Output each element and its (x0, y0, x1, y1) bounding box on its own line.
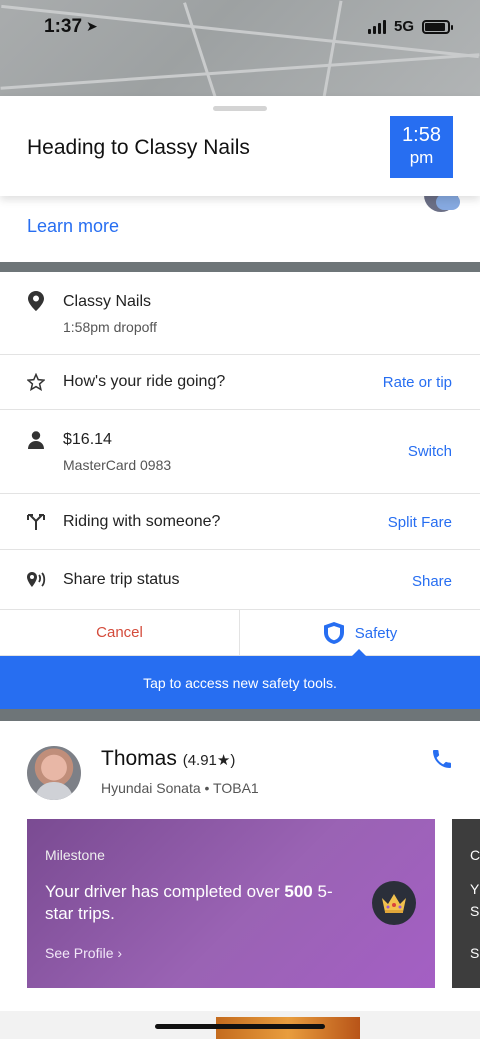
signal-icon (367, 19, 386, 34)
map-divider (0, 262, 480, 272)
phone-icon[interactable] (430, 747, 454, 771)
list-item-rate[interactable]: How's your ride going? Rate or tip (0, 355, 480, 410)
star-icon (26, 372, 46, 392)
status-time: 1:37 (44, 16, 83, 37)
person-icon (26, 430, 46, 450)
safety-label: Safety (354, 624, 398, 642)
split-fare-link[interactable]: Split Fare (388, 514, 452, 531)
share-trip-label: Share trip status (63, 571, 180, 588)
eta-ampm: pm (409, 148, 434, 167)
trip-title: Heading to Classy Nails (27, 136, 250, 159)
destination-name: Classy Nails (63, 293, 152, 310)
share-location-icon (26, 570, 46, 590)
driver-name-line: Thomas (4.91★) (101, 747, 235, 771)
next-card-partial[interactable]: C Y S S (452, 819, 480, 988)
rate-or-tip-link[interactable]: Rate or tip (383, 374, 452, 391)
status-bar: 1:37 ➤ 5G (0, 0, 480, 56)
trip-header[interactable]: Heading to Classy Nails 1:58 pm (0, 96, 480, 196)
location-pin-icon (26, 291, 46, 311)
learn-more-link[interactable]: Learn more (27, 216, 119, 237)
network-label: 5G (393, 18, 414, 35)
fare-amount: $16.14 (63, 431, 112, 448)
split-question: Riding with someone? (63, 513, 221, 530)
list-item-payment[interactable]: $16.14 MasterCard 0983 Switch (0, 410, 480, 494)
safety-tooltip-banner[interactable]: Tap to access new safety tools. (0, 649, 480, 710)
home-indicator[interactable] (155, 1024, 325, 1029)
battery-icon (422, 19, 453, 34)
milestone-message: Your driver has completed over 500 5-sta… (45, 882, 333, 923)
driver-section: Thomas (4.91★) Hyundai Sonata • TOBA1 Mi… (0, 721, 480, 1011)
driver-name: Thomas (101, 747, 177, 770)
split-icon (26, 512, 46, 532)
list-item-split[interactable]: Riding with someone? Split Fare (0, 494, 480, 550)
map-divider-2 (0, 709, 480, 721)
eta-time: 1:58 (402, 124, 441, 146)
cancel-button[interactable]: Cancel (0, 610, 240, 656)
crown-icon (372, 881, 416, 925)
milestone-card[interactable]: Milestone Your driver has completed over… (27, 819, 435, 988)
sheet-grabber[interactable] (213, 106, 267, 111)
list-item-share[interactable]: Share trip status Share (0, 550, 480, 610)
action-buttons: Cancel Safety (0, 610, 480, 656)
milestone-label: Milestone (45, 847, 105, 863)
share-link[interactable]: Share (412, 573, 452, 590)
dropoff-time: 1:58pm dropoff (63, 319, 157, 335)
list-item-destination[interactable]: Classy Nails 1:58pm dropoff (0, 272, 480, 355)
driver-rating: (4.91★) (182, 752, 236, 769)
payment-method: MasterCard 0983 (63, 457, 172, 473)
ride-question: How's your ride going? (63, 373, 226, 390)
shield-icon (323, 622, 344, 644)
driver-avatar[interactable] (27, 746, 81, 800)
eta-badge: 1:58 pm (390, 116, 453, 178)
location-arrow-icon: ➤ (86, 18, 98, 34)
switch-payment-link[interactable]: Switch (408, 443, 452, 460)
see-profile-link[interactable]: See Profile › (45, 945, 122, 961)
vehicle-info: Hyundai Sonata • TOBA1 (101, 780, 259, 796)
